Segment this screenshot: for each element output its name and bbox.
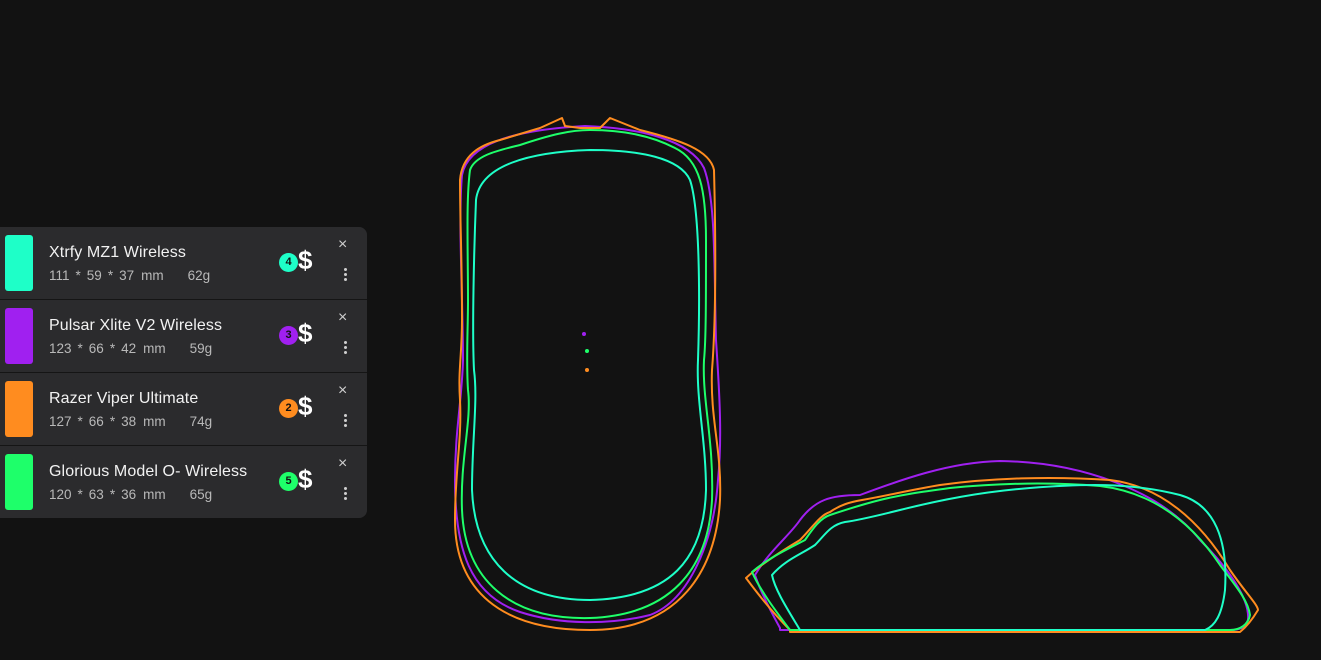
top-outline-glorious [460, 129, 714, 620]
top-outline-pulsar [454, 125, 722, 624]
center-dot [582, 332, 586, 336]
center-dot [585, 368, 589, 372]
mouse-shape-canvas [454, 117, 1259, 633]
center-dot [585, 349, 589, 353]
side-outline-pulsar [754, 460, 1250, 631]
top-outline-xtrfy [471, 149, 707, 601]
top-outline-razer [454, 117, 722, 631]
